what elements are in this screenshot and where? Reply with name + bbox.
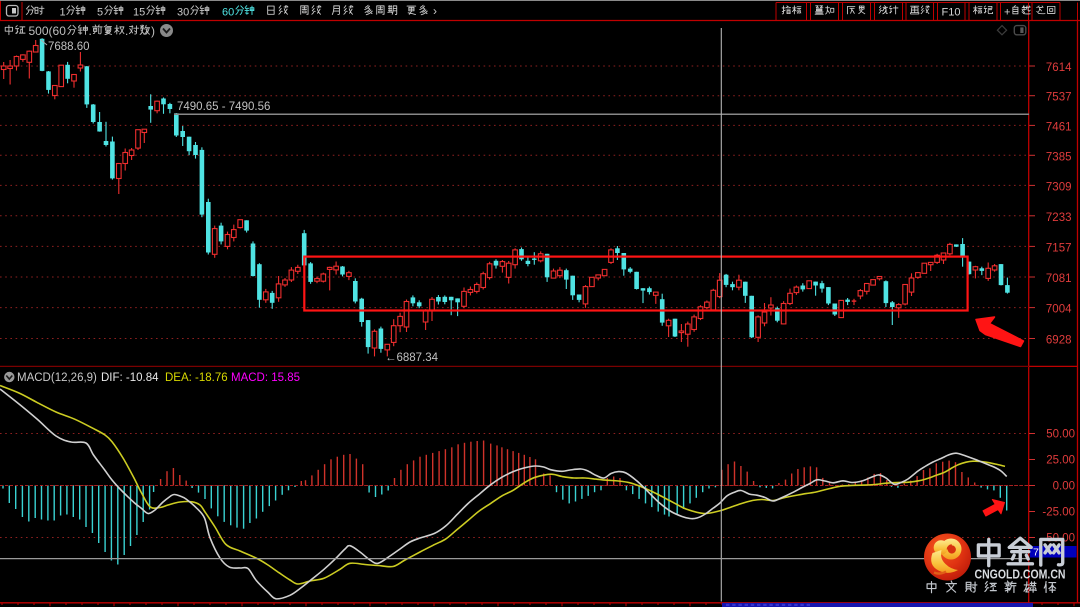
svg-text:DEA: -18.76: DEA: -18.76 <box>165 372 228 384</box>
svg-text:DIF: -10.84: DIF: -10.84 <box>101 372 159 384</box>
svg-text:.: . <box>89 24 92 38</box>
svg-text:.: . <box>125 24 128 38</box>
svg-text:7537: 7537 <box>1046 92 1072 104</box>
svg-text:MACD(12,26,9): MACD(12,26,9) <box>17 372 97 384</box>
svg-text:←6887.34: ←6887.34 <box>385 352 439 364</box>
svg-text:0.00: 0.00 <box>1053 481 1075 493</box>
svg-text:-25.00: -25.00 <box>1042 507 1075 519</box>
svg-text:5: 5 <box>97 7 103 19</box>
svg-text:6928: 6928 <box>1046 335 1072 347</box>
svg-text:60: 60 <box>222 7 234 19</box>
svg-text:7: 7 <box>1033 547 1039 559</box>
svg-text:7490.65 - 7490.56: 7490.65 - 7490.56 <box>177 101 270 113</box>
svg-text:7309: 7309 <box>1046 181 1072 193</box>
svg-text:CNGOLD.COM.CN: CNGOLD.COM.CN <box>975 568 1066 582</box>
svg-text:500(60: 500(60 <box>29 24 67 38</box>
svg-text:): ) <box>151 24 155 38</box>
svg-text:7233: 7233 <box>1046 212 1072 224</box>
svg-text:1: 1 <box>60 7 66 19</box>
svg-text:+: + <box>1004 7 1010 19</box>
svg-text:7081: 7081 <box>1046 273 1072 285</box>
svg-text:7004: 7004 <box>1046 304 1072 316</box>
svg-text:7385: 7385 <box>1046 151 1072 163</box>
svg-text:›: › <box>433 4 437 18</box>
svg-text:F10: F10 <box>942 7 961 19</box>
svg-text:30: 30 <box>177 7 189 19</box>
svg-text:7461: 7461 <box>1046 121 1072 133</box>
svg-text:25.00: 25.00 <box>1046 455 1075 467</box>
svg-text:7157: 7157 <box>1046 242 1072 254</box>
svg-text:7614: 7614 <box>1046 62 1072 74</box>
svg-text:50.00: 50.00 <box>1046 429 1075 441</box>
svg-text:MACD: 15.85: MACD: 15.85 <box>231 372 300 384</box>
svg-text:15: 15 <box>133 7 145 19</box>
svg-text:7688.60: 7688.60 <box>48 41 90 53</box>
